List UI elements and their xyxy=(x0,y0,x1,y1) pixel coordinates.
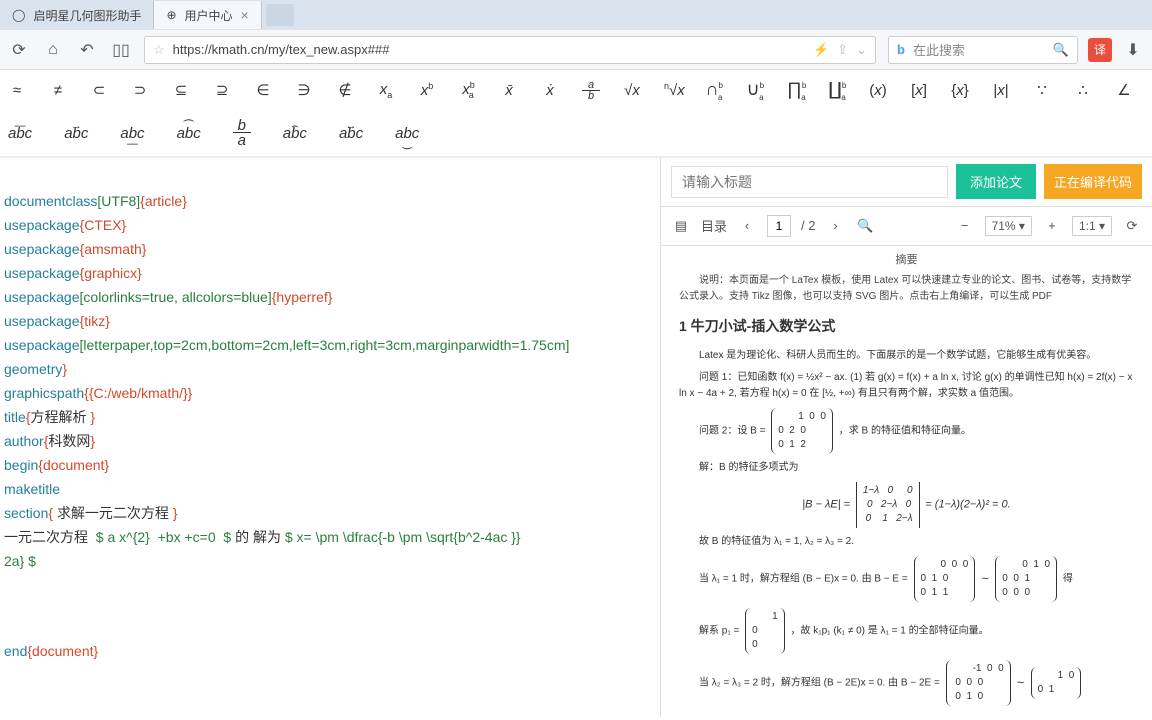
pdf-paragraph: 当 λ₁ = 1 时，解方程组 (B − E)x = 0. 由 B − E = … xyxy=(679,556,1134,602)
sym-supset[interactable]: ⊃ xyxy=(131,81,149,99)
url-bar[interactable]: ☆ https://kmath.cn/my/tex_new.aspx### ⚡ … xyxy=(144,36,876,64)
pdf-paragraph: 问题 2：设 B = 1 0 00 2 00 1 2 ，求 B 的特征值和特征向… xyxy=(679,408,1134,454)
sym-xbar[interactable]: x̄ xyxy=(500,82,518,99)
abstract-heading: 摘要 xyxy=(679,252,1134,270)
sym-approx[interactable]: ≈ xyxy=(8,82,26,99)
close-icon[interactable]: × xyxy=(241,7,249,23)
globe-icon: ◯ xyxy=(12,8,25,22)
browser-tab-strip: ◯ 启明星几何图形助手 ⊕ 用户中心 × xyxy=(0,0,1152,30)
toolbar-row-1: ≈ ≠ ⊂ ⊃ ⊆ ⊇ ∈ ∋ ∉ xa xb xba x̄ ẋ ab √x n… xyxy=(0,76,1152,105)
toolbar-row-2: ―abc →abc abc― ⏜abc ba ⌢abc ↔abc abc⏝ xyxy=(0,117,1152,150)
reload-icon[interactable]: ⟳ xyxy=(8,39,30,61)
sym-abs[interactable]: |x| xyxy=(992,82,1010,99)
page-input[interactable] xyxy=(767,215,791,237)
pdf-paragraph: 解：B 的特征多项式为 xyxy=(679,460,1134,476)
tab-active[interactable]: ⊕ 用户中心 × xyxy=(154,1,261,29)
sym-subseteq[interactable]: ⊆ xyxy=(172,81,190,99)
search-icon[interactable]: 🔍 xyxy=(1053,42,1069,58)
tab-title: 启明星几何图形助手 xyxy=(33,7,141,24)
sym-underline[interactable]: abc― xyxy=(120,125,144,142)
sym-bracket[interactable]: [x] xyxy=(910,82,928,99)
code-editor[interactable]: documentclass[UTF8]{article} usepackage{… xyxy=(0,158,660,717)
pdf-paragraph: 解系 p₁ = 100 ，故 k₁p₁ (k₁ ≠ 0) 是 λ₁ = 1 的全… xyxy=(679,608,1134,654)
preview-header: 添加论文 正在编译代码 xyxy=(661,158,1152,206)
preview-pane: 添加论文 正在编译代码 ▤ 目录 ‹ / 2 › 🔍 − 71% ▾ + 1:1… xyxy=(660,158,1152,717)
zoom-in-icon[interactable]: + xyxy=(1042,216,1062,236)
tab-inactive[interactable]: ◯ 启明星几何图形助手 xyxy=(0,1,154,29)
search-placeholder: 在此搜索 xyxy=(913,40,965,59)
sym-overbrace[interactable]: ⏜abc xyxy=(177,125,201,142)
sym-overline[interactable]: ―abc xyxy=(8,125,32,142)
chevron-down-icon[interactable]: ⌄ xyxy=(856,42,867,58)
sym-xsup[interactable]: xb xyxy=(418,81,436,99)
sym-bigfrac[interactable]: ba xyxy=(233,120,251,147)
pdf-search-icon[interactable]: 🔍 xyxy=(855,216,875,236)
sym-sqrt[interactable]: √x xyxy=(623,82,641,99)
sidebar-icon[interactable]: ▯▯ xyxy=(110,39,132,61)
globe-icon: ⊕ xyxy=(166,8,176,22)
sym-brace[interactable]: {x} xyxy=(951,82,969,99)
toc-icon[interactable]: ▤ xyxy=(671,216,691,236)
section-heading: 1 牛刀小试-插入数学公式 xyxy=(679,315,1134,337)
toc-label[interactable]: 目录 xyxy=(701,216,727,235)
sym-angle[interactable]: ∠ xyxy=(1115,81,1133,99)
sym-coprod[interactable]: ∐ba xyxy=(828,79,846,102)
sym-xsub[interactable]: xa xyxy=(377,81,395,100)
pdf-toolbar: ▤ 目录 ‹ / 2 › 🔍 − 71% ▾ + 1:1 ▾ ⟳ xyxy=(661,206,1152,246)
sym-supseteq[interactable]: ⊇ xyxy=(213,81,231,99)
pdf-paragraph: Latex 是为理论化、科研人员而生的。下面展示的是一个数学试题，它能够生成有优… xyxy=(679,348,1134,364)
sym-frac[interactable]: ab xyxy=(582,80,600,101)
new-tab-button[interactable] xyxy=(266,4,294,26)
sym-because[interactable]: ∵ xyxy=(1033,81,1051,99)
url-text: https://kmath.cn/my/tex_new.aspx### xyxy=(173,42,390,57)
download-icon[interactable]: ⬇ xyxy=(1122,39,1144,61)
search-input[interactable]: b 在此搜索 🔍 xyxy=(888,36,1078,64)
sym-overleftrightarrow[interactable]: ↔abc xyxy=(339,125,363,142)
zoom-select[interactable]: 71% ▾ xyxy=(985,216,1032,236)
abstract-text: 说明：本页面是一个 LaTex 模板，使用 Latex 可以快速建立专业的论文、… xyxy=(679,273,1134,305)
pdf-paragraph: 当 λ₂ = λ₃ = 2 时，解方程组 (B − 2E)x = 0. 由 B … xyxy=(679,660,1134,706)
bolt-icon[interactable]: ⚡ xyxy=(813,42,829,58)
sym-nsqrt[interactable]: n√x xyxy=(664,81,682,99)
sym-xdot[interactable]: ẋ xyxy=(541,82,559,99)
zoom-out-icon[interactable]: − xyxy=(955,216,975,236)
rotate-icon[interactable]: ⟳ xyxy=(1122,216,1142,236)
sym-overarrow[interactable]: →abc xyxy=(64,125,88,142)
sym-underbrace[interactable]: abc⏝ xyxy=(395,125,419,142)
sym-paren[interactable]: (x) xyxy=(869,82,887,99)
tab-title: 用户中心 xyxy=(185,7,233,24)
pdf-equation: |B − λE| = 1−λ 0 0 0 2−λ 0 0 1 2−λ = (1−… xyxy=(679,482,1134,528)
sym-in[interactable]: ∈ xyxy=(254,81,272,99)
math-toolbar: ≈ ≠ ⊂ ⊃ ⊆ ⊇ ∈ ∋ ∉ xa xb xba x̄ ẋ ab √x n… xyxy=(0,70,1152,157)
back-icon[interactable]: ↶ xyxy=(76,39,98,61)
title-input[interactable] xyxy=(671,166,948,198)
star-icon[interactable]: ☆ xyxy=(153,42,165,58)
home-icon[interactable]: ⌂ xyxy=(42,39,64,61)
sym-notin[interactable]: ∉ xyxy=(336,81,354,99)
sym-neq[interactable]: ≠ xyxy=(49,82,67,99)
page-total: / 2 xyxy=(801,218,815,233)
sym-xsubsup[interactable]: xba xyxy=(459,80,477,100)
sym-bigcap[interactable]: ∩ba xyxy=(705,79,723,102)
share-icon[interactable]: ⇪ xyxy=(837,42,848,58)
next-page-icon[interactable]: › xyxy=(825,216,845,236)
add-paper-button[interactable]: 添加论文 xyxy=(956,164,1036,199)
translate-button[interactable]: 译 xyxy=(1088,38,1112,62)
pdf-paragraph: 问题 1：已知函数 f(x) = ½x² − ax. (1) 若 g(x) = … xyxy=(679,370,1134,402)
bing-icon: b xyxy=(897,42,905,57)
nav-bar: ⟳ ⌂ ↶ ▯▯ ☆ https://kmath.cn/my/tex_new.a… xyxy=(0,30,1152,70)
compile-button[interactable]: 正在编译代码 xyxy=(1044,164,1142,199)
sym-therefore[interactable]: ∴ xyxy=(1074,81,1092,99)
prev-page-icon[interactable]: ‹ xyxy=(737,216,757,236)
sym-subset[interactable]: ⊂ xyxy=(90,81,108,99)
sym-prod[interactable]: ∏ba xyxy=(787,79,805,102)
pdf-viewer[interactable]: 摘要 说明：本页面是一个 LaTex 模板，使用 Latex 可以快速建立专业的… xyxy=(661,246,1152,717)
main-split: documentclass[UTF8]{article} usepackage{… xyxy=(0,157,1152,717)
fit-select[interactable]: 1:1 ▾ xyxy=(1072,216,1112,236)
sym-bigcup[interactable]: ∪ba xyxy=(746,79,764,102)
sym-widehat[interactable]: ⌢abc xyxy=(283,125,307,142)
pdf-paragraph: 故 B 的特征值为 λ₁ = 1, λ₂ = λ₃ = 2. xyxy=(679,534,1134,550)
sym-ni[interactable]: ∋ xyxy=(295,81,313,99)
